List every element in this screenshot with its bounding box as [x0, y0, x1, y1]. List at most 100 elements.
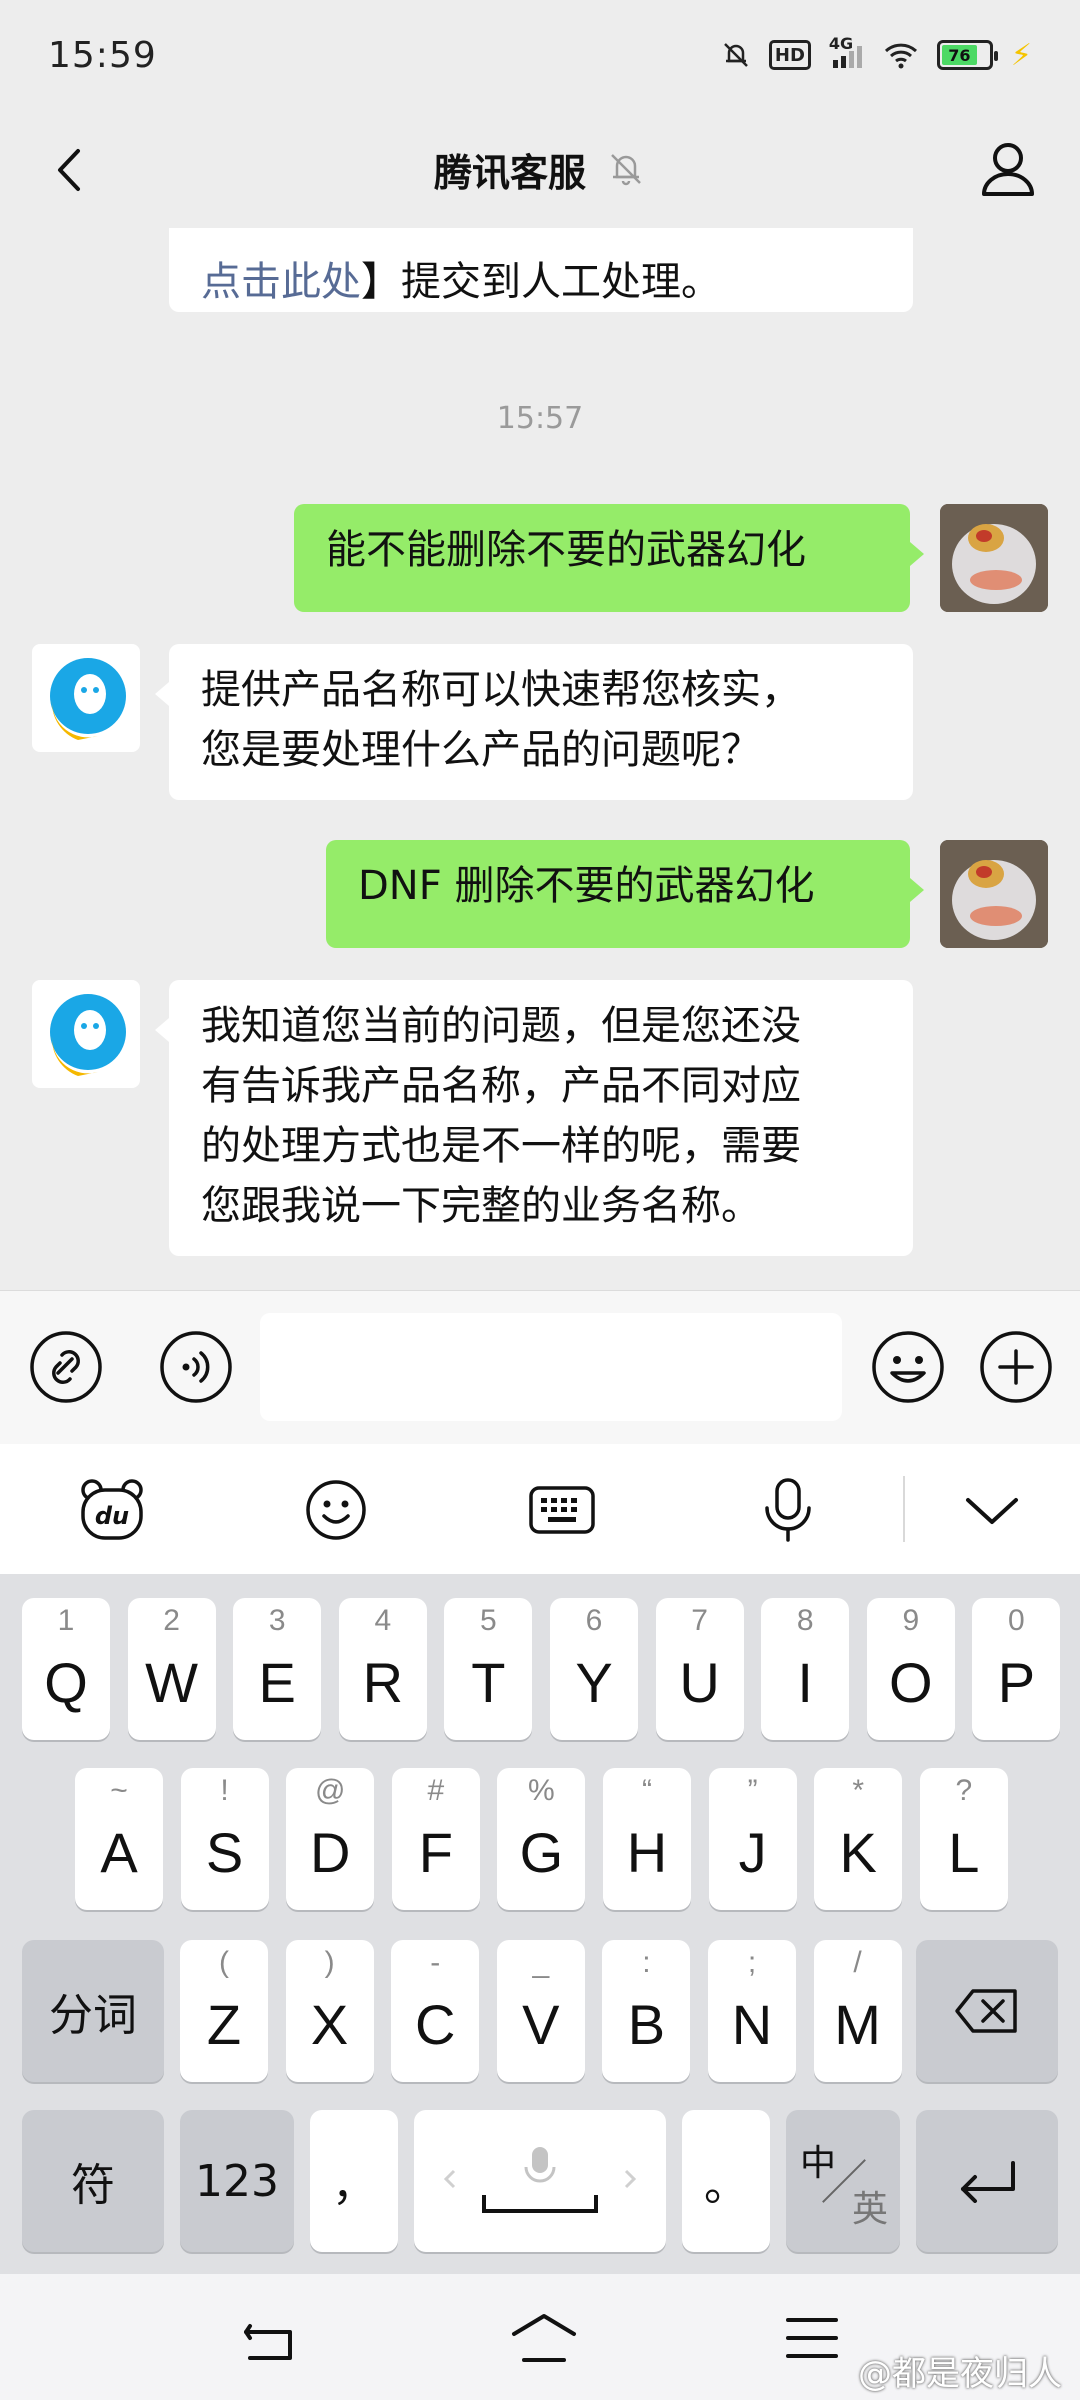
wifi-icon: [883, 40, 919, 70]
emoji-button[interactable]: [870, 1329, 946, 1405]
bell-off-icon: [721, 40, 751, 70]
comma-key-label: ，: [332, 2160, 376, 2211]
segment-key[interactable]: 分词: [22, 1940, 164, 2082]
key-secondary-label: 9: [902, 1604, 920, 1637]
key-primary-label: R: [362, 1650, 404, 1714]
back-icon: [244, 2324, 292, 2360]
ime-keyboard: 1Q2W3E4R5T6Y7U8I9O0P ~ A! S @ D # F% G “H” J * K? L …: [0, 1574, 1080, 2274]
key-a[interactable]: ~ A: [75, 1768, 163, 1910]
key-b[interactable]: :B: [602, 1940, 691, 2082]
backspace-key[interactable]: [916, 1940, 1058, 2082]
key-s[interactable]: ! S: [180, 1768, 269, 1910]
key-c[interactable]: -C: [391, 1940, 480, 2082]
lang-zh-label: 中: [800, 2142, 837, 2183]
voice-button[interactable]: [158, 1329, 234, 1405]
numbers-key-label: 123: [195, 2155, 279, 2207]
key-secondary-label: #: [427, 1774, 445, 1807]
key-primary-label: G: [519, 1820, 564, 1884]
key-i[interactable]: 8I: [761, 1598, 850, 1740]
chevron-left-icon: [58, 149, 80, 191]
key-w[interactable]: 2W: [127, 1598, 216, 1740]
keyboard-toolbar: du: [0, 1444, 1080, 1574]
key-primary-label: H: [626, 1820, 668, 1884]
message-line: 提供产品名称可以快速帮您核实，: [201, 667, 801, 713]
keyboard-layout-button[interactable]: [526, 1474, 598, 1546]
mute-bell-icon: [611, 154, 641, 186]
key-k[interactable]: * K: [814, 1768, 903, 1910]
system-home-button[interactable]: [510, 2312, 576, 2366]
key-l[interactable]: ? L: [919, 1768, 1008, 1910]
back-button[interactable]: [40, 140, 100, 200]
key-secondary-label: ”: [747, 1774, 758, 1807]
key-secondary-label: _: [532, 1946, 550, 1979]
message-text: 能不能删除不要的武器幻化: [326, 527, 806, 573]
key-secondary-label: 7: [691, 1604, 708, 1637]
tencent-service-icon: [50, 994, 126, 1076]
key-x[interactable]: ) X: [285, 1940, 374, 2082]
key-z[interactable]: (Z: [180, 1940, 268, 2082]
system-back-button[interactable]: [240, 2312, 300, 2366]
key-n[interactable]: ; N: [708, 1940, 796, 2082]
symbols-key[interactable]: 符: [22, 2110, 164, 2252]
keyboard-icon: [529, 1486, 595, 1534]
period-key-label: 。: [704, 2160, 748, 2211]
key-secondary-label: ): [324, 1946, 335, 1979]
hide-keyboard-button[interactable]: [956, 1474, 1028, 1546]
message-line: 您跟我说一下完整的业务名称。: [201, 1183, 761, 1229]
period-key[interactable]: 。: [682, 2110, 770, 2252]
enter-key[interactable]: [916, 2110, 1058, 2252]
key-primary-label: I: [797, 1650, 813, 1714]
key-j[interactable]: ” J: [708, 1768, 797, 1910]
charging-icon: ⚡: [1010, 37, 1032, 73]
key-secondary-label: -: [430, 1946, 441, 1979]
key-primary-label: Y: [575, 1650, 613, 1714]
hd-icon: HD: [768, 40, 811, 70]
key-t[interactable]: 5T: [444, 1598, 533, 1740]
key-f[interactable]: # F: [391, 1768, 480, 1910]
language-switch-key[interactable]: 中 英: [786, 2110, 900, 2252]
battery-icon: 76: [936, 40, 998, 70]
key-g[interactable]: % G: [497, 1768, 586, 1910]
user-avatar[interactable]: [940, 504, 1048, 612]
key-secondary-label: :: [642, 1946, 651, 1979]
key-u[interactable]: 7U: [655, 1598, 744, 1740]
key-q[interactable]: 1Q: [22, 1598, 110, 1740]
key-m[interactable]: / M: [813, 1940, 902, 2082]
chat-info-button[interactable]: [976, 136, 1040, 200]
key-primary-label: F: [418, 1820, 453, 1884]
message-input[interactable]: [260, 1313, 842, 1421]
key-v[interactable]: _ V: [496, 1940, 585, 2082]
message-line: 的处理方式也是不一样的呢，需要: [201, 1123, 801, 1169]
system-menu-button[interactable]: [784, 2312, 844, 2366]
key-primary-label: W: [145, 1650, 199, 1714]
key-r[interactable]: 4R: [338, 1598, 427, 1740]
key-d[interactable]: @ D: [286, 1768, 375, 1910]
du-assistant-button[interactable]: du: [76, 1474, 148, 1546]
comma-key[interactable]: ，: [310, 2110, 398, 2252]
voice-input-button[interactable]: [752, 1474, 824, 1546]
bot-avatar[interactable]: [32, 980, 140, 1088]
bot-avatar[interactable]: [32, 644, 140, 752]
key-secondary-label: ;: [747, 1946, 757, 1979]
user-avatar[interactable]: [940, 840, 1048, 948]
emoji-keyboard-button[interactable]: [300, 1474, 372, 1546]
key-primary-label: Q: [44, 1650, 88, 1714]
link-button[interactable]: [28, 1329, 104, 1405]
chat-message-list[interactable]: 点击此处】提交到人工处理。 15:57 能不能删除不要的武器幻化 提供产品名称可…: [0, 228, 1080, 1290]
key-o[interactable]: 9O: [866, 1598, 955, 1740]
more-button[interactable]: [978, 1329, 1054, 1405]
key-y[interactable]: 6Y: [550, 1598, 638, 1740]
key-primary-label: K: [839, 1820, 877, 1884]
numbers-key[interactable]: 123: [180, 2110, 294, 2252]
manual-service-link[interactable]: 点击此处: [201, 259, 361, 305]
space-key[interactable]: [414, 2110, 666, 2252]
key-primary-label: J: [738, 1820, 767, 1884]
key-h[interactable]: “H: [603, 1768, 691, 1910]
status-icons: HD 4G 76 ⚡: [721, 34, 1032, 73]
battery-level: 76: [941, 45, 977, 65]
message-text: 】提交到人工处理。: [361, 259, 721, 305]
home-icon: [512, 2314, 576, 2362]
key-secondary-label: “: [642, 1774, 652, 1807]
key-e[interactable]: 3E: [233, 1598, 322, 1740]
key-p[interactable]: 0P: [972, 1598, 1061, 1740]
